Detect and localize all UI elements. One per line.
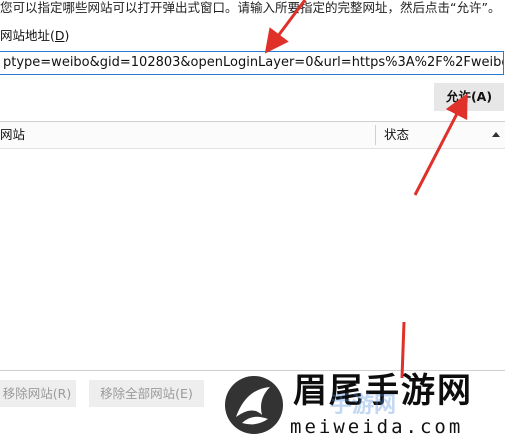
dialog-description: 您可以指定哪些网站可以打开弹出式窗口。请输入所要指定的完整网址，然后点击“允许”… (0, 0, 501, 15)
column-header-status[interactable]: 状态 (384, 127, 409, 143)
watermark-domain: meiweida.com (290, 416, 464, 438)
watermark-logo-icon (225, 376, 283, 434)
address-label: 网站地址(D) (0, 28, 69, 44)
address-label-close: ) (64, 28, 70, 43)
url-input[interactable]: ptype=weibo&gid=102803&openLoginLayer=0&… (0, 51, 504, 75)
column-header-site[interactable]: 网站 (0, 127, 25, 143)
remove-all-sites-button[interactable]: 移除全部网站(E) (89, 380, 204, 407)
address-label-key: D (54, 28, 65, 43)
list-header: 网站 状态 (0, 122, 505, 149)
remove-site-button[interactable]: 移除网站(R) (0, 380, 76, 407)
allow-button[interactable]: 允许(A) (434, 83, 504, 111)
address-label-text: 网站地址( (0, 28, 55, 43)
sort-ascending-icon[interactable] (492, 132, 500, 137)
column-divider[interactable] (375, 125, 376, 145)
site-list[interactable]: 网站 状态 (0, 121, 505, 371)
